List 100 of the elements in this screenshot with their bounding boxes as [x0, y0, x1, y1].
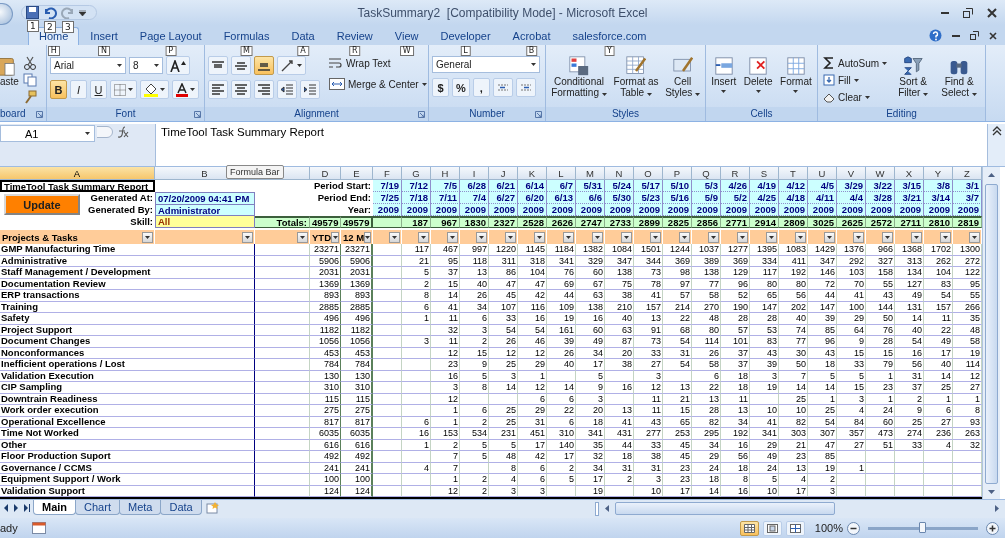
- table-cell: 54: [489, 324, 518, 336]
- table-cell: 2009: [692, 204, 721, 216]
- table-cell: 82: [692, 416, 721, 428]
- table-cell: 3/22: [866, 180, 895, 192]
- table-cell: 45: [489, 290, 518, 302]
- table-cell: 60: [866, 416, 895, 428]
- table-cell: 96: [721, 278, 750, 290]
- window-title: TaskSummary2 [Compatibility Mode] - Microsoft Excel: [357, 5, 648, 20]
- table-cell: 47: [518, 278, 547, 290]
- table-cell: 32: [576, 451, 605, 463]
- table-cell: 893: [310, 290, 341, 302]
- table-cell: 997: [460, 244, 489, 256]
- table-cell: 1: [431, 405, 460, 417]
- table-cell: 3/29: [837, 180, 866, 192]
- table-cell: 307: [808, 428, 837, 440]
- table-cell: 41: [605, 416, 634, 428]
- table-cell: 22: [692, 382, 721, 394]
- table-cell: 2009: [866, 204, 895, 216]
- table-cell: 41: [634, 290, 663, 302]
- table-cell: 1037: [692, 244, 721, 256]
- table-cell: 43: [750, 347, 779, 359]
- table-cell: 6: [460, 405, 489, 417]
- table-cell: 07/20/2009 04:41 PM: [155, 192, 255, 204]
- table-cell: 85: [808, 324, 837, 336]
- table-cell: 29: [750, 439, 779, 451]
- table-cell: 114: [692, 336, 721, 348]
- group-label: Styles: [546, 107, 705, 121]
- table-cell: 40: [924, 359, 953, 371]
- table-cell: 29: [837, 313, 866, 325]
- table-cell: 129: [721, 267, 750, 279]
- table-cell: 11: [431, 336, 460, 348]
- table-cell: 1: [402, 439, 431, 451]
- table-cell: 75: [605, 278, 634, 290]
- table-cell: 74: [779, 324, 808, 336]
- table-cell: 28: [866, 336, 895, 348]
- table-cell: 5: [576, 370, 605, 382]
- table-cell: 6/20: [518, 192, 547, 204]
- table-cell: 23: [431, 359, 460, 371]
- table-cell: 7: [431, 462, 460, 474]
- table-cell: 1369: [310, 278, 341, 290]
- table-cell: 14: [547, 382, 576, 394]
- table-cell: 49: [576, 336, 605, 348]
- table-cell: 4: [779, 474, 808, 486]
- table-cell: 28: [692, 405, 721, 417]
- table-cell: 473: [866, 428, 895, 440]
- table-cell: 6: [460, 313, 489, 325]
- table-cell: 5/3: [692, 180, 721, 192]
- table-cell: 100: [310, 474, 341, 486]
- table-cell: 192: [721, 428, 750, 440]
- table-cell: 97: [663, 278, 692, 290]
- table-cell: 76: [547, 267, 576, 279]
- table-cell: 33: [837, 359, 866, 371]
- table-cell: 15: [460, 347, 489, 359]
- table-cell: 50: [779, 359, 808, 371]
- table-cell: 18: [721, 370, 750, 382]
- table-cell: 334: [750, 255, 779, 267]
- table-cell: 13: [663, 382, 692, 394]
- table-cell: 5/9: [692, 192, 721, 204]
- table-cell: 40: [895, 324, 924, 336]
- table-cell: 253: [663, 428, 692, 440]
- table-cell: 310: [547, 428, 576, 440]
- table-cell: 3: [576, 393, 605, 405]
- table-cell: 79: [866, 359, 895, 371]
- table-cell: 2899: [634, 216, 663, 228]
- table-cell: 190: [721, 301, 750, 313]
- table-cell: 18: [692, 474, 721, 486]
- table-cell: 369: [721, 255, 750, 267]
- task-name: Time Not Worked: [0, 428, 155, 440]
- task-name: Training: [0, 301, 155, 313]
- table-cell: 341: [547, 255, 576, 267]
- table-cell: 39: [547, 336, 576, 348]
- table-cell: 16: [402, 428, 431, 440]
- table-cell: 49: [895, 290, 924, 302]
- table-cell: 1220: [489, 244, 518, 256]
- table-cell: 2009: [547, 204, 576, 216]
- table-cell: 7/12: [402, 180, 431, 192]
- table-cell: 2819: [953, 216, 982, 228]
- table-cell: 15: [663, 405, 692, 417]
- table-cell: 147: [808, 301, 837, 313]
- table-cell: 817: [310, 416, 341, 428]
- table-cell: 2626: [547, 216, 576, 228]
- table-cell: 2: [895, 393, 924, 405]
- table-cell: 140: [547, 439, 576, 451]
- table-cell: 1382: [576, 244, 605, 256]
- table-cell: 31: [605, 462, 634, 474]
- table-cell: 2: [460, 336, 489, 348]
- table-cell: 13: [779, 462, 808, 474]
- table-cell: 9: [837, 336, 866, 348]
- table-cell: 15: [431, 278, 460, 290]
- table-cell: 3/15: [895, 180, 924, 192]
- table-cell: 231: [489, 428, 518, 440]
- table-cell: 8: [489, 462, 518, 474]
- table-cell: 54: [895, 336, 924, 348]
- table-cell: 44: [808, 290, 837, 302]
- table-cell: 48: [692, 313, 721, 325]
- table-cell: 100: [341, 474, 373, 486]
- table-cell: 5: [460, 370, 489, 382]
- table-cell: 3: [431, 382, 460, 394]
- table-cell: 5/17: [634, 180, 663, 192]
- table-cell: 31: [518, 416, 547, 428]
